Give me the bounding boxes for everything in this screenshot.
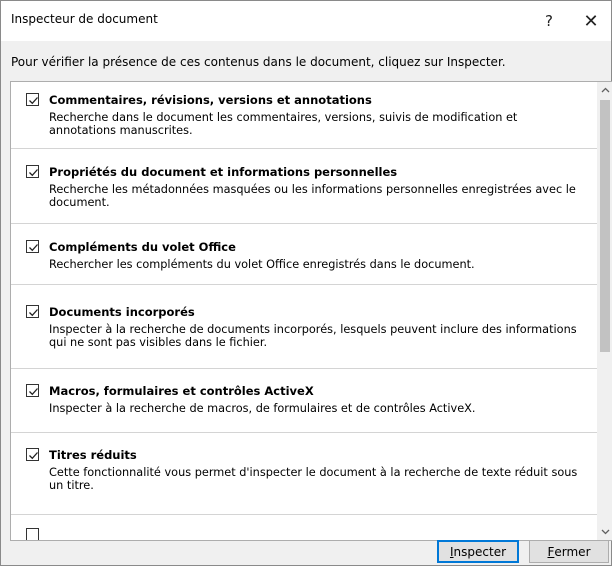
checkmark-icon: [29, 244, 38, 252]
item-title: Compléments du volet Office: [49, 240, 236, 254]
scroll-down-icon[interactable]: [597, 524, 612, 540]
inspection-options-list: Commentaires, révisions, versions et ann…: [10, 81, 612, 541]
item-description: Rechercher les compléments du volet Offi…: [49, 258, 475, 271]
divider: [11, 514, 597, 515]
item-description: Inspecter à la recherche de documents in…: [49, 323, 577, 349]
checkmark-icon: [29, 97, 38, 105]
checkbox-embedded-documents[interactable]: [26, 305, 39, 318]
list-item: Commentaires, révisions, versions et ann…: [11, 82, 597, 148]
item-title: Commentaires, révisions, versions et ann…: [49, 93, 372, 107]
checkmark-icon: [29, 169, 38, 177]
help-button[interactable]: ?: [529, 1, 569, 41]
checkbox-collapsed-headings[interactable]: [26, 448, 39, 461]
checkbox-next-item[interactable]: [26, 528, 39, 540]
list-item: Titres réduits Cette fonctionnalité vous…: [11, 433, 597, 513]
scroll-up-icon[interactable]: [597, 82, 612, 98]
close-button[interactable]: Fermer: [529, 540, 609, 563]
instructions-text: Pour vérifier la présence de ces contenu…: [11, 55, 506, 69]
item-description: Inspecter à la recherche de macros, de f…: [49, 402, 476, 415]
item-description: Recherche dans le document les commentai…: [49, 111, 518, 137]
item-title: Macros, formulaires et contrôles ActiveX: [49, 384, 314, 398]
close-label: ermer: [554, 544, 591, 559]
inspect-button[interactable]: Inspecter: [437, 540, 519, 563]
checkbox-comments[interactable]: [26, 93, 39, 106]
checkmark-icon: [29, 388, 38, 396]
dialog-title: Inspecteur de document: [11, 12, 158, 26]
title-bar: Inspecteur de document ? ✕: [1, 1, 611, 41]
checkbox-office-addins[interactable]: [26, 240, 39, 253]
inspect-label: nspecter: [453, 544, 507, 559]
close-icon[interactable]: ✕: [571, 1, 611, 41]
item-title: Documents incorporés: [49, 305, 195, 319]
vertical-scrollbar[interactable]: [597, 82, 612, 540]
list-item: Macros, formulaires et contrôles ActiveX…: [11, 369, 597, 425]
checkmark-icon: [29, 309, 38, 317]
list-item: Compléments du volet Office Rechercher l…: [11, 224, 597, 282]
document-inspector-dialog: Inspecteur de document ? ✕ Pour vérifier…: [0, 0, 612, 566]
scroll-thumb[interactable]: [600, 100, 610, 352]
item-title: Titres réduits: [49, 448, 137, 462]
close-mnemonic: F: [547, 544, 555, 559]
item-description: Recherche les métadonnées masquées ou le…: [49, 183, 576, 209]
checkmark-icon: [29, 452, 38, 460]
list-item: Propriétés du document et informations p…: [11, 149, 597, 219]
checkbox-macros[interactable]: [26, 384, 39, 397]
checkbox-document-properties[interactable]: [26, 165, 39, 178]
list-item: Documents incorporés Inspecter à la rech…: [11, 285, 597, 363]
item-description: Cette fonctionnalité vous permet d'inspe…: [49, 466, 578, 492]
item-title: Propriétés du document et informations p…: [49, 165, 398, 179]
